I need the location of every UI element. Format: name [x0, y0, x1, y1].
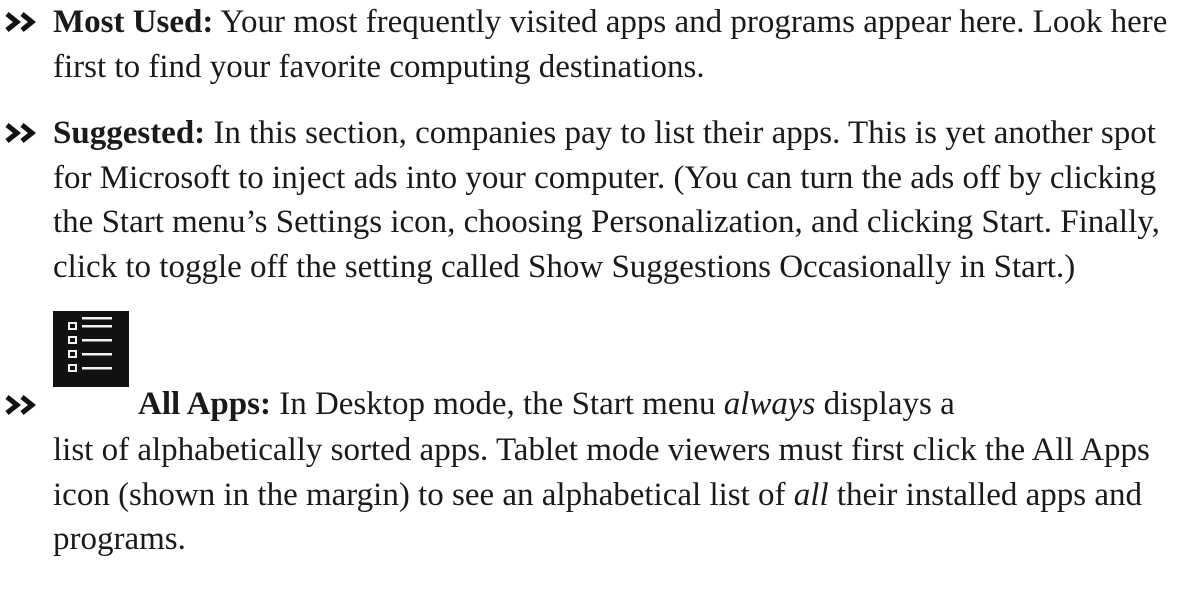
description-most-used: Your most frequently visited apps and pr…	[53, 4, 1168, 85]
description-suggested: In this section, companies pay to list t…	[53, 115, 1160, 285]
term-most-used: Most Used:	[53, 4, 214, 40]
all-apps-continuation: list of alphabetically sorted apps. Tabl…	[53, 428, 1195, 562]
list-item-suggested: Suggested: In this section, companies pa…	[0, 111, 1195, 289]
term-suggested: Suggested:	[53, 115, 206, 151]
emphasis-always: always	[723, 385, 816, 422]
description-all-apps-b-head: displays a	[815, 385, 955, 422]
all-apps-intro: All Apps: In Desktop mode, the Start men…	[138, 382, 955, 429]
emphasis-all: all	[793, 476, 829, 513]
double-chevron-bullet-icon	[4, 383, 44, 427]
list-item-all-apps: All Apps: In Desktop mode, the Start men…	[0, 311, 1195, 562]
term-all-apps: All Apps:	[138, 385, 271, 422]
double-chevron-bullet-icon	[4, 0, 44, 44]
description-all-apps-a: In Desktop mode, the Start menu	[270, 385, 724, 422]
double-chevron-bullet-icon	[4, 111, 44, 155]
bullet-list: Most Used: Your most frequently visited …	[0, 0, 1195, 584]
all-apps-list-icon	[53, 311, 129, 387]
all-apps-first-line: All Apps: In Desktop mode, the Start men…	[53, 311, 1195, 428]
list-item-most-used: Most Used: Your most frequently visited …	[0, 0, 1195, 89]
